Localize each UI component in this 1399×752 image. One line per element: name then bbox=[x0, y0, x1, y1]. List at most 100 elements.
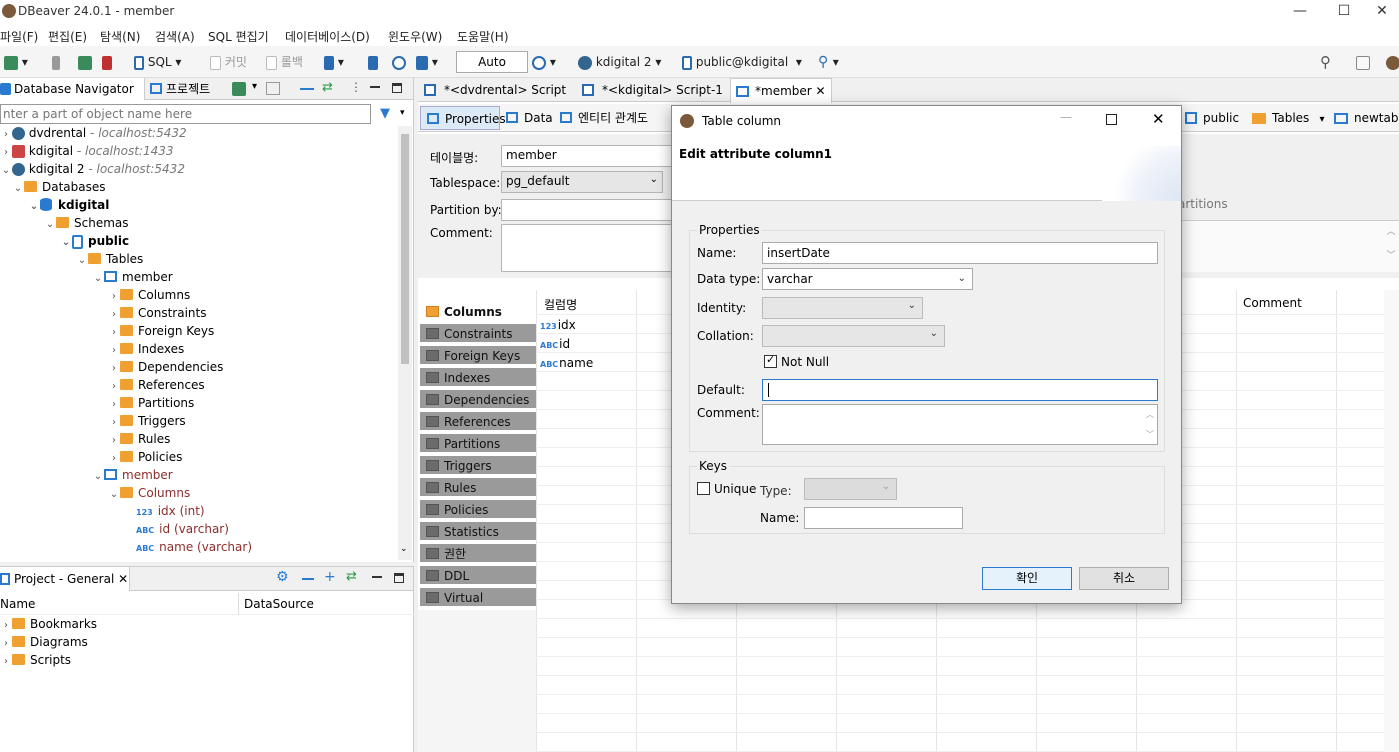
tree-node-policies[interactable]: › Policies bbox=[108, 448, 182, 466]
tree-table-member[interactable]: ⌄ member bbox=[92, 268, 173, 286]
column-header-datasource[interactable]: DataSource bbox=[244, 597, 314, 611]
tree-node-triggers[interactable]: › Triggers bbox=[108, 412, 186, 430]
tree-node-partitions[interactable]: › Partitions bbox=[108, 394, 194, 412]
editor-tab-member[interactable]: *member ✕ bbox=[730, 78, 832, 103]
connection-selector[interactable]: kdigital 2 ▾ bbox=[578, 52, 661, 72]
collation-select[interactable]: ⌄ bbox=[762, 325, 945, 347]
dashboard-icon[interactable] bbox=[392, 52, 406, 72]
scroll-down-icon[interactable]: ⌄ bbox=[400, 544, 408, 554]
sql-editor-button[interactable]: SQL ▾ bbox=[134, 52, 181, 72]
partition-input[interactable] bbox=[501, 199, 681, 221]
sidetab-3[interactable]: Indexes bbox=[420, 368, 536, 388]
commit-button[interactable]: 커밋 bbox=[210, 52, 247, 72]
tree-column[interactable]: ABC name (varchar) bbox=[136, 538, 252, 556]
table-name-input[interactable]: member bbox=[501, 145, 681, 167]
tablespace-select[interactable]: pg_default ⌄ bbox=[501, 171, 663, 193]
sidetab-1[interactable]: Constraints bbox=[420, 324, 536, 344]
menu-database[interactable]: 데이터베이스(D) bbox=[285, 28, 370, 45]
key-name-input[interactable] bbox=[804, 507, 963, 529]
schema-selector[interactable]: public@kdigital ▾ bbox=[682, 52, 802, 72]
close-tab-icon[interactable]: ✕ bbox=[816, 84, 826, 98]
grid-header-comment[interactable]: Comment bbox=[1243, 296, 1302, 310]
add-icon[interactable]: + bbox=[324, 569, 336, 585]
search-icon[interactable]: ⚲ ▾ bbox=[818, 52, 839, 72]
cancel-button[interactable]: 취소 bbox=[1079, 567, 1169, 590]
project-item-bookmarks[interactable]: › Bookmarks bbox=[0, 615, 97, 633]
sync-icon[interactable]: ⇄ bbox=[346, 569, 357, 584]
tree-node-dependencies[interactable]: › Dependencies bbox=[108, 358, 223, 376]
subtab-er-diagram[interactable]: 엔티티 관계도 bbox=[558, 106, 648, 130]
editor-tab-kdigital-script[interactable]: *<kdigital> Script-1 bbox=[578, 78, 728, 102]
close-tab-icon[interactable]: ✕ bbox=[118, 572, 128, 586]
tree-conn-kdigital2[interactable]: ⌄ kdigital 2 - localhost:5432 bbox=[0, 160, 185, 178]
tab-project-general[interactable]: Project - General ✕ bbox=[0, 567, 130, 591]
tree-conn-dvdrental[interactable]: › dvdrental - localhost:5432 bbox=[0, 124, 187, 142]
scroll-down-icon[interactable]: ﹀ bbox=[1146, 427, 1154, 443]
lock-icon[interactable] bbox=[368, 52, 378, 72]
breadcrumb-schema[interactable]: public bbox=[1185, 106, 1239, 130]
tree-node-constraints[interactable]: › Constraints bbox=[108, 304, 206, 322]
tree-node-rules[interactable]: › Rules bbox=[108, 430, 170, 448]
export-icon[interactable]: ▾ bbox=[416, 52, 438, 72]
editor-scrollbar[interactable] bbox=[1384, 290, 1399, 752]
invalidate-icon[interactable] bbox=[78, 52, 92, 72]
collapse-all-icon[interactable] bbox=[300, 88, 314, 90]
tree-node-columns[interactable]: › Columns bbox=[108, 286, 190, 304]
project-item-diagrams[interactable]: › Diagrams bbox=[0, 633, 88, 651]
navigator-scrollbar[interactable]: ⌄ bbox=[398, 126, 412, 560]
disconnect-icon[interactable] bbox=[102, 52, 112, 72]
dropdown-icon[interactable]: ▾ bbox=[252, 81, 257, 92]
subtab-properties[interactable]: Properties bbox=[420, 106, 506, 130]
menu-edit[interactable]: 편집(E) bbox=[48, 28, 87, 45]
tree-node-references[interactable]: › References bbox=[108, 376, 205, 394]
menu-help[interactable]: 도움말(H) bbox=[457, 28, 509, 45]
column-header-name[interactable]: Name bbox=[0, 597, 35, 611]
minimize-button[interactable]: — bbox=[1277, 0, 1323, 24]
comment-textarea[interactable] bbox=[501, 224, 681, 272]
tab-database-navigator[interactable]: Database Navigator bbox=[0, 78, 145, 100]
sidetab-12[interactable]: DDL bbox=[420, 566, 536, 586]
menu-search[interactable]: 검색(A) bbox=[155, 28, 195, 45]
sidetab-4[interactable]: Dependencies bbox=[420, 390, 536, 410]
rollback-button[interactable]: 롤백 bbox=[266, 52, 303, 72]
collapse-icon[interactable] bbox=[302, 578, 314, 580]
minimize-panel-icon[interactable] bbox=[372, 576, 382, 578]
dialog-maximize-button[interactable] bbox=[1106, 114, 1117, 125]
tab-projects[interactable]: 프로젝트 bbox=[150, 78, 210, 100]
menu-sql-editor[interactable]: SQL 편집기 bbox=[208, 28, 269, 45]
breadcrumb-table[interactable]: newtable bbox=[1334, 106, 1399, 130]
unique-checkbox[interactable]: Unique bbox=[697, 482, 756, 496]
menu-window[interactable]: 윈도우(W) bbox=[388, 28, 442, 45]
close-button[interactable]: ✕ bbox=[1365, 0, 1399, 24]
grid-row[interactable]: 123idx bbox=[540, 318, 576, 332]
maximize-panel-icon[interactable] bbox=[392, 83, 402, 93]
grid-row[interactable]: ABCid bbox=[540, 337, 570, 351]
right-scrollbar[interactable]: ︿ ﹀ bbox=[1384, 220, 1398, 270]
tree-db-kdigital[interactable]: ⌄ kdigital bbox=[28, 196, 109, 214]
tree-node-foreign-keys[interactable]: › Foreign Keys bbox=[108, 322, 214, 340]
tree-column[interactable]: ABC id (varchar) bbox=[136, 520, 229, 538]
editor-tab-dvdrental-script[interactable]: *<dvdrental> Script bbox=[420, 78, 576, 102]
new-connection-icon[interactable]: ▾ bbox=[4, 52, 28, 72]
settings-icon[interactable]: ⚙ bbox=[276, 569, 289, 585]
menu-icon[interactable]: ⋮ bbox=[350, 80, 362, 94]
filter-dropdown-icon[interactable]: ▾ bbox=[400, 108, 405, 118]
maximize-panel-icon[interactable] bbox=[394, 573, 404, 583]
notnull-checkbox[interactable]: ✓ Not Null bbox=[764, 353, 829, 369]
sidetab-6[interactable]: Partitions bbox=[420, 434, 536, 454]
grid-header-column-name[interactable]: 컬럼명 bbox=[544, 296, 577, 313]
sync-icon[interactable]: ⇄ bbox=[322, 80, 333, 95]
tree-node-indexes[interactable]: › Indexes bbox=[108, 340, 184, 358]
tree-conn-kdigital[interactable]: › kdigital - localhost:1433 bbox=[0, 142, 174, 160]
sidetab-0[interactable]: Columns bbox=[420, 302, 536, 322]
sidetab-5[interactable]: References bbox=[420, 412, 536, 432]
sidetab-11[interactable]: 권한 bbox=[420, 544, 536, 564]
sidetab-13[interactable]: Virtual bbox=[420, 588, 536, 608]
global-search-icon[interactable]: ⚲ bbox=[1320, 52, 1331, 72]
maximize-button[interactable]: ☐ bbox=[1321, 0, 1367, 24]
sidetab-2[interactable]: Foreign Keys bbox=[420, 346, 536, 366]
tree-column[interactable]: 123 idx (int) bbox=[136, 502, 205, 520]
grid-row[interactable]: ABCname bbox=[540, 356, 593, 370]
default-input[interactable] bbox=[762, 379, 1158, 401]
minimize-panel-icon[interactable] bbox=[370, 86, 380, 88]
